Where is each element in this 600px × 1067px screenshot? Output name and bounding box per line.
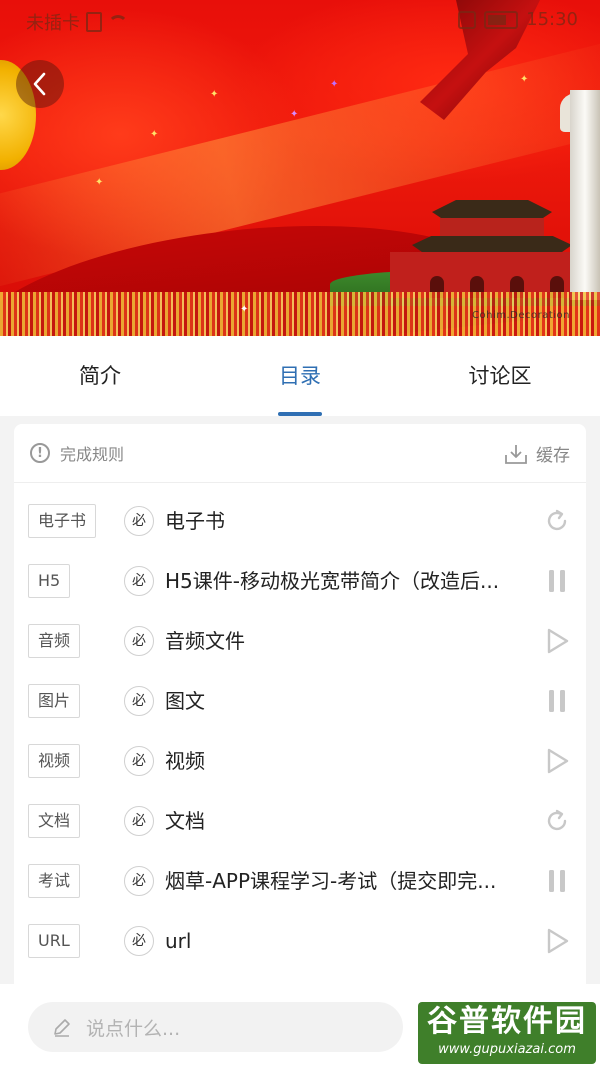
catalog-item[interactable]: 图片 必图文 bbox=[14, 662, 586, 722]
content-type-badge: 考试 bbox=[28, 864, 81, 898]
content-type-badge: H5 bbox=[28, 564, 71, 598]
content-type-badge: 文档 bbox=[28, 804, 81, 838]
catalog-item[interactable]: 文档必文档 bbox=[14, 782, 586, 842]
status-bar: 未插卡 15:30 bbox=[0, 0, 600, 40]
catalog-item[interactable]: 音频 必音频文件 bbox=[14, 602, 586, 662]
completion-rules-button[interactable]: ! 完成规则 bbox=[30, 441, 124, 465]
content-type-badge: 音频 bbox=[28, 624, 81, 658]
pause-icon[interactable] bbox=[544, 868, 570, 894]
catalog-item[interactable]: 电子书必电子书 bbox=[14, 482, 586, 542]
content-type-badge: 图片 bbox=[28, 684, 81, 718]
catalog-list: 电子书必电子书 H5 必 H5课件-移动极光宽带简介（改造后... 音频必音频文件 图片必… bbox=[14, 482, 586, 1022]
catalog-item-title: 电子书 bbox=[165, 509, 225, 533]
banner-watermark: Cohim.Decoration bbox=[472, 310, 570, 321]
info-icon: ! bbox=[30, 443, 50, 463]
content-type-badge: URL bbox=[28, 924, 80, 958]
catalog-item-title: 文档 bbox=[165, 809, 205, 833]
comment-input[interactable]: 说点什么... bbox=[28, 1002, 403, 1052]
pause-icon[interactable] bbox=[544, 688, 570, 714]
play-icon[interactable] bbox=[544, 748, 570, 774]
site-watermark-name: 谷普软件园 bbox=[427, 1004, 587, 1039]
sparkle-icon: ✦ bbox=[240, 304, 249, 315]
catalog-item[interactable]: 考试 必烟草-APP课程学习-考试（提交即完... bbox=[14, 842, 586, 902]
required-marker: 必 bbox=[124, 626, 154, 656]
tab-active-indicator bbox=[278, 412, 322, 416]
banner-huabiao-pillar bbox=[570, 90, 600, 300]
tab-intro[interactable]: 简介 bbox=[40, 336, 160, 416]
catalog-card: ! 完成规则 缓存 电子书必电子书 H5 必 H5课件-移动极光宽带简介（改造后...… bbox=[14, 424, 586, 1024]
tab-bar: 简介 目录 讨论区 bbox=[0, 336, 600, 416]
tab-catalog[interactable]: 目录 bbox=[240, 336, 360, 416]
sparkle-icon: ✦ bbox=[210, 89, 219, 100]
required-marker: 必 bbox=[124, 506, 154, 536]
pencil-icon bbox=[54, 1019, 70, 1037]
required-marker: 必 bbox=[124, 866, 154, 896]
sparkle-icon: ✦ bbox=[95, 177, 104, 188]
required-marker: 必 bbox=[124, 686, 154, 716]
sparkle-icon: ✦ bbox=[330, 79, 339, 90]
sparkle-icon: ✦ bbox=[150, 129, 159, 140]
banner-tiananmen-gate bbox=[390, 200, 590, 300]
required-marker: 必 bbox=[124, 746, 154, 776]
catalog-item[interactable]: 视频必视频 bbox=[14, 722, 586, 782]
site-watermark-url: www.gupuxiazai.com bbox=[438, 1042, 576, 1057]
catalog-item-title: 视频 bbox=[165, 749, 205, 773]
back-button[interactable] bbox=[16, 60, 64, 108]
nfc-icon bbox=[458, 10, 477, 29]
sparkle-icon: ✦ bbox=[290, 109, 299, 120]
download-icon bbox=[505, 444, 527, 464]
pause-icon[interactable] bbox=[544, 568, 570, 594]
catalog-item[interactable]: URL 必 url bbox=[14, 902, 586, 962]
required-marker: 必 bbox=[124, 926, 154, 956]
play-icon[interactable] bbox=[544, 928, 570, 954]
tab-discussion[interactable]: 讨论区 bbox=[440, 336, 560, 416]
completion-rules-label: 完成规则 bbox=[60, 445, 125, 464]
comment-placeholder: 说点什么... bbox=[86, 1017, 181, 1040]
cache-label: 缓存 bbox=[536, 446, 570, 466]
catalog-item-title: 烟草-APP课程学习-考试（提交即完... bbox=[165, 869, 497, 893]
course-banner: ✦ ✦ ✦ ✦ ✦ ✦ ✦ Cohim.Decoration 未插卡 15:30 bbox=[0, 0, 600, 336]
refresh-icon[interactable] bbox=[544, 808, 570, 834]
carrier-label: 未插卡 bbox=[26, 13, 80, 34]
catalog-toolbar: ! 完成规则 缓存 bbox=[14, 424, 586, 483]
battery-icon bbox=[484, 10, 519, 29]
clock: 15:30 bbox=[526, 9, 578, 30]
required-marker: 必 bbox=[124, 566, 154, 596]
play-icon[interactable] bbox=[544, 628, 570, 654]
sim-icon bbox=[86, 12, 102, 32]
content-type-badge: 电子书 bbox=[28, 504, 97, 538]
catalog-item-title: 图文 bbox=[165, 689, 205, 713]
catalog-item-title: 音频文件 bbox=[165, 629, 245, 653]
chevron-left-icon bbox=[33, 72, 46, 96]
content-type-badge: 视频 bbox=[28, 744, 81, 778]
catalog-item[interactable]: H5 必 H5课件-移动极光宽带简介（改造后... bbox=[14, 542, 586, 602]
site-watermark-logo: 谷普软件园 www.gupuxiazai.com bbox=[418, 1002, 596, 1064]
catalog-item-title: H5课件-移动极光宽带简介（改造后... bbox=[165, 569, 500, 593]
cache-button[interactable]: 缓存 bbox=[504, 441, 570, 466]
catalog-item-title: url bbox=[165, 929, 192, 953]
sparkle-icon: ✦ bbox=[520, 74, 529, 85]
required-marker: 必 bbox=[124, 806, 154, 836]
refresh-icon[interactable] bbox=[544, 508, 570, 534]
wifi-icon bbox=[108, 15, 128, 29]
